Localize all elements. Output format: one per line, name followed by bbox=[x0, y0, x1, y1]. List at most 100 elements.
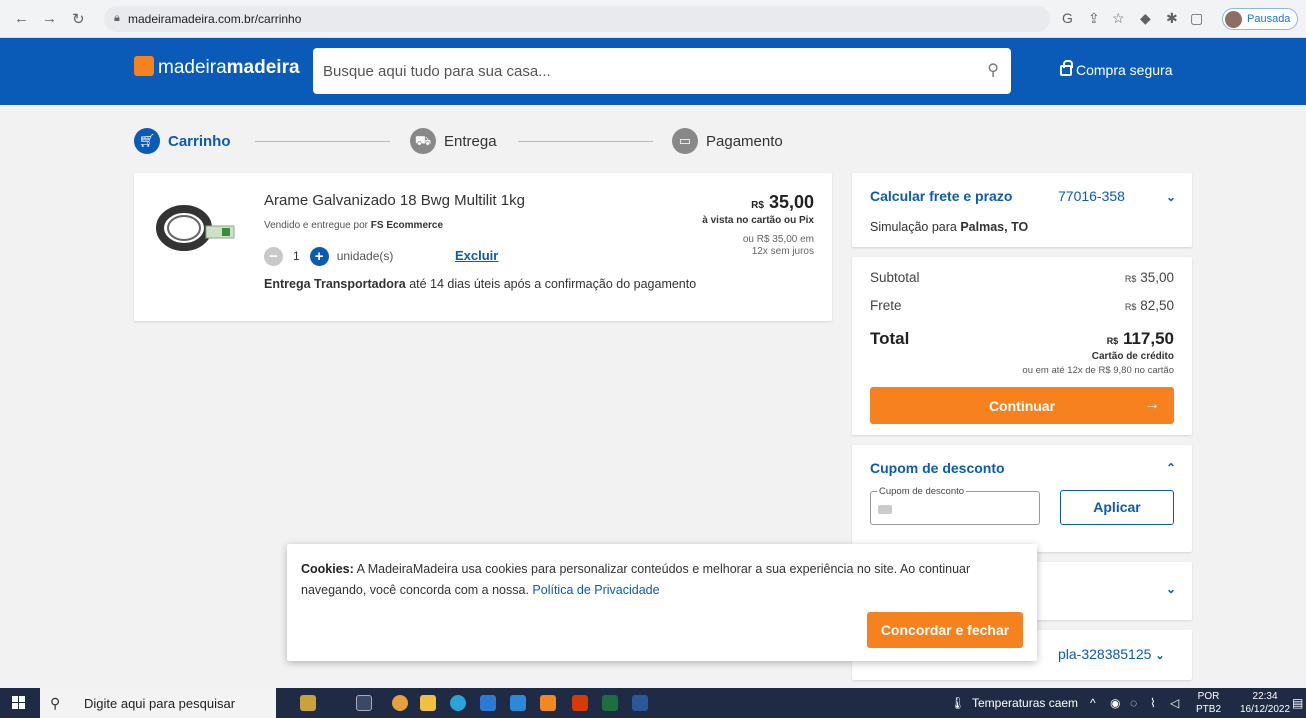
delivery-time: até 14 dias úteis após a confirmação do … bbox=[409, 277, 697, 291]
quantity-value: 1 bbox=[293, 249, 300, 263]
edge-icon[interactable] bbox=[450, 695, 466, 711]
cart-item-card: Arame Galvanizado 18 Bwg Multilit 1kg Ve… bbox=[134, 173, 832, 321]
search-input[interactable] bbox=[319, 56, 979, 86]
unit-label: unidade(s) bbox=[336, 249, 394, 263]
chevron-up-icon[interactable]: ⌃ bbox=[1166, 461, 1176, 475]
remove-button[interactable]: Excluir bbox=[455, 248, 498, 263]
step-cart-label: Carrinho bbox=[168, 132, 231, 150]
vlc-icon[interactable] bbox=[540, 695, 556, 711]
cookie-message: Cookies: A MadeiraMadeira usa cookies pa… bbox=[301, 559, 1011, 601]
privacy-policy-link[interactable]: Política de Privacidade bbox=[532, 583, 659, 597]
continue-label: Continuar bbox=[988, 398, 1056, 414]
product-image[interactable] bbox=[156, 200, 238, 256]
lock-icon: 🔒︎ bbox=[114, 12, 120, 24]
shipping-cep[interactable]: 77016-358 bbox=[1058, 188, 1125, 204]
step-divider bbox=[518, 141, 653, 142]
star-icon[interactable]: ☆ bbox=[1112, 10, 1125, 27]
extension-icon[interactable]: ◆ bbox=[1140, 10, 1151, 27]
chevron-down-icon: ⌄ bbox=[1155, 650, 1165, 662]
shipping-title[interactable]: Calcular frete e prazo bbox=[870, 188, 1012, 204]
wifi-icon[interactable]: ⌇ bbox=[1150, 696, 1156, 710]
sidepanel-icon[interactable]: ▢ bbox=[1190, 10, 1203, 27]
cart-icon: 🛒︎ bbox=[134, 128, 160, 154]
language-indicator[interactable]: POR PTB2 bbox=[1196, 690, 1221, 716]
lang-line1: POR bbox=[1197, 691, 1220, 702]
chrome-icon[interactable] bbox=[392, 695, 408, 711]
notification-icon[interactable]: ▤ bbox=[1292, 696, 1303, 710]
file-explorer-icon[interactable] bbox=[420, 695, 436, 711]
task-view-icon[interactable] bbox=[356, 695, 372, 711]
word-icon[interactable] bbox=[632, 695, 648, 711]
quantity-stepper: − 1 + unidade(s) bbox=[264, 246, 393, 266]
forward-icon[interactable]: → bbox=[42, 10, 57, 27]
frete-currency: R$ bbox=[1124, 302, 1137, 312]
search-icon[interactable]: ⚲ bbox=[987, 60, 999, 80]
house-logo-icon bbox=[134, 56, 154, 76]
address-bar[interactable]: 🔒︎ madeiramadeira.com.br/carrinho bbox=[104, 6, 1050, 32]
card-icon: ▭ bbox=[672, 128, 698, 154]
total-value: R$ 117,50 bbox=[1107, 329, 1174, 349]
chevron-up-icon[interactable]: ^ bbox=[1090, 696, 1096, 710]
step-payment-label: Pagamento bbox=[706, 132, 783, 150]
truck-icon: ⛟ bbox=[410, 128, 436, 154]
apply-coupon-button[interactable]: Aplicar bbox=[1060, 490, 1174, 525]
clock-date: 16/12/2022 bbox=[1240, 704, 1291, 715]
clock[interactable]: 22:34 16/12/2022 bbox=[1240, 690, 1290, 716]
temple-icon[interactable] bbox=[300, 695, 316, 711]
product-name[interactable]: Arame Galvanizado 18 Bwg Multilit 1kg bbox=[264, 192, 525, 209]
coupon-title[interactable]: Cupom de desconto bbox=[870, 460, 1005, 476]
subtotal-value: 35,00 bbox=[1140, 270, 1174, 285]
network-icon[interactable]: ◌ bbox=[1130, 696, 1137, 710]
office-icon[interactable] bbox=[572, 695, 588, 711]
logo[interactable]: madeiramadeira bbox=[134, 56, 300, 80]
continue-button[interactable]: Continuar → bbox=[870, 387, 1174, 424]
item-price: R$ 35,00 à vista no cartão ou Pix ou R$ … bbox=[702, 192, 814, 258]
pla-code[interactable]: pla-328385125 ⌄ bbox=[1058, 646, 1165, 662]
puzzle-icon[interactable]: ✱ bbox=[1166, 10, 1178, 27]
step-delivery-label: Entrega bbox=[444, 132, 497, 150]
payment-note: Cartão de crédito bbox=[1091, 351, 1174, 362]
price-note: à vista no cartão ou Pix bbox=[702, 215, 814, 226]
cookie-bold: Cookies: bbox=[301, 562, 354, 576]
delivery-info: Entrega Transportadora até 14 dias úteis… bbox=[264, 277, 696, 291]
clock-time: 22:34 bbox=[1252, 691, 1278, 702]
chevron-down-icon[interactable]: ⌄ bbox=[1166, 582, 1176, 596]
excel-icon[interactable] bbox=[602, 695, 618, 711]
lang-line2: PTB2 bbox=[1196, 704, 1222, 715]
mail-icon[interactable] bbox=[510, 695, 526, 711]
share-icon[interactable]: ⇪ bbox=[1088, 10, 1100, 27]
increase-button[interactable]: + bbox=[309, 246, 329, 266]
taskbar-search[interactable]: ⚲ Digite aqui para pesquisar bbox=[40, 688, 276, 718]
reload-icon[interactable]: ↻ bbox=[72, 10, 85, 28]
logo-bold: madeira bbox=[226, 57, 300, 78]
shipping-row: Frete R$ 82,50 bbox=[870, 298, 1174, 313]
seller-info: Vendido e entregue por FS Ecommerce bbox=[264, 220, 443, 231]
cookie-banner: Cookies: A MadeiraMadeira usa cookies pa… bbox=[287, 544, 1037, 661]
accept-cookies-button[interactable]: Concordar e fechar bbox=[867, 612, 1023, 648]
back-icon[interactable]: ← bbox=[14, 10, 29, 27]
coupon-field-label: Cupom de desconto bbox=[877, 486, 967, 497]
google-icon[interactable]: G bbox=[1062, 10, 1073, 26]
subtotal-row: Subtotal R$ 35,00 bbox=[870, 270, 1174, 285]
profile-button[interactable]: Pausada bbox=[1222, 8, 1298, 30]
weather-text[interactable]: Temperaturas caem bbox=[972, 696, 1078, 710]
thermometer-icon: 🌡︎ bbox=[950, 696, 966, 710]
volume-icon[interactable]: ◁ bbox=[1170, 696, 1179, 710]
total-label: Total bbox=[870, 329, 910, 348]
shipping-card: Calcular frete e prazo 77016-358 ⌄ Simul… bbox=[852, 173, 1192, 247]
subtotal-label: Subtotal bbox=[870, 270, 920, 285]
step-delivery: ⛟ Entrega bbox=[410, 128, 497, 154]
coupon-input[interactable]: Cupom de desconto bbox=[870, 486, 1040, 525]
total-currency: R$ bbox=[1106, 336, 1119, 346]
chevron-down-icon[interactable]: ⌄ bbox=[1166, 190, 1176, 204]
browser-toolbar: ← → ↻ 🔒︎ madeiramadeira.com.br/carrinho … bbox=[0, 0, 1306, 38]
order-summary: Subtotal R$ 35,00 Frete R$ 82,50 Total R… bbox=[852, 257, 1192, 435]
windows-start-icon[interactable] bbox=[12, 696, 26, 710]
tag-icon bbox=[878, 505, 892, 514]
store-icon[interactable] bbox=[480, 695, 496, 711]
decrease-button[interactable]: − bbox=[264, 246, 283, 266]
record-icon[interactable]: ◉ bbox=[1110, 696, 1120, 710]
price-currency: R$ bbox=[751, 200, 764, 211]
frete-value: 82,50 bbox=[1140, 298, 1174, 313]
site-header: madeiramadeira ⚲ Compra segura bbox=[0, 38, 1306, 105]
